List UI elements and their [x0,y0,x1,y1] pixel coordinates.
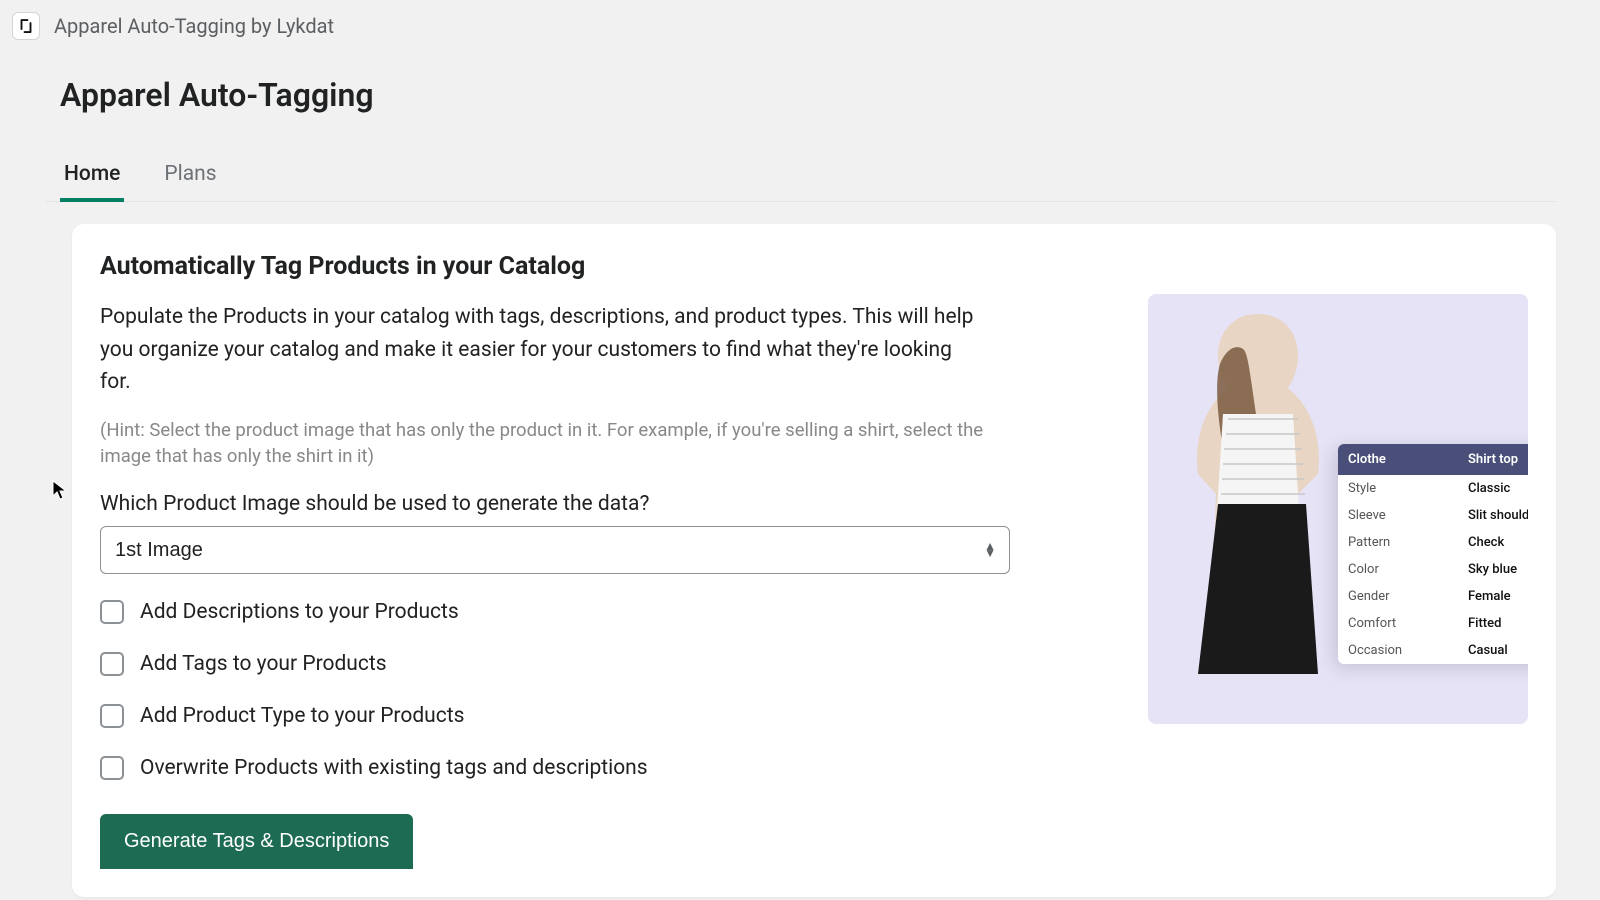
card-left: Automatically Tag Products in your Catal… [100,252,1098,869]
attr-row-pattern: Pattern Check [1338,529,1528,556]
attr-header-val: Shirt top [1458,444,1528,475]
checkbox-descriptions[interactable] [100,600,124,624]
attr-header-key: Clothe [1338,444,1458,475]
attr-key: Comfort [1338,610,1458,637]
section-title: Automatically Tag Products in your Catal… [100,252,1098,281]
attr-key: Pattern [1338,529,1458,556]
tab-plans[interactable]: Plans [160,150,220,202]
checkbox-row-product-type[interactable]: Add Product Type to your Products [100,704,1098,728]
checkbox-tags[interactable] [100,652,124,676]
attr-val: Slit shoulder [1458,502,1528,529]
checkbox-tags-label: Add Tags to your Products [140,652,387,676]
attr-row-color: Color Sky blue [1338,556,1528,583]
checkbox-overwrite-label: Overwrite Products with existing tags an… [140,756,648,780]
attr-row-style: Style Classic [1338,475,1528,502]
page-container: Apparel Auto-Tagging Home Plans Automati… [16,52,1600,897]
app-logo-icon [12,12,40,40]
attr-row-sleeve: Sleeve Slit shoulder [1338,502,1528,529]
checkbox-product-type[interactable] [100,704,124,728]
generate-button[interactable]: Generate Tags & Descriptions [100,814,413,869]
checkbox-row-tags[interactable]: Add Tags to your Products [100,652,1098,676]
attr-key: Occasion [1338,637,1458,664]
app-brand-text: Apparel Auto-Tagging by Lykdat [54,14,334,38]
topbar: Apparel Auto-Tagging by Lykdat [0,0,1600,52]
attr-key: Color [1338,556,1458,583]
section-description: Populate the Products in your catalog wi… [100,301,980,399]
attr-val: Sky blue [1458,556,1528,583]
attribute-panel: Clothe Shirt top Style Classic Sleeve Sl… [1338,444,1528,664]
main-card: Automatically Tag Products in your Catal… [72,224,1556,897]
image-select[interactable]: 1st Image [100,526,1010,574]
cursor-icon [52,480,68,505]
attr-val: Fitted [1458,610,1528,637]
attr-val: Check [1458,529,1528,556]
model-illustration [1148,294,1368,674]
attr-key: Style [1338,475,1458,502]
checkbox-row-descriptions[interactable]: Add Descriptions to your Products [100,600,1098,624]
checkbox-product-type-label: Add Product Type to your Products [140,704,464,728]
attr-val: Classic [1458,475,1528,502]
image-select-wrapper: 1st Image ▲▼ [100,526,1010,574]
attr-val: Female [1458,583,1528,610]
tabs: Home Plans [46,150,1556,202]
tab-home[interactable]: Home [60,150,124,202]
attribute-panel-header: Clothe Shirt top [1338,444,1528,475]
page-title: Apparel Auto-Tagging [60,76,1556,114]
checkbox-overwrite[interactable] [100,756,124,780]
attr-row-occasion: Occasion Casual [1338,637,1528,664]
attr-key: Gender [1338,583,1458,610]
section-hint: (Hint: Select the product image that has… [100,417,1000,471]
checkbox-row-overwrite[interactable]: Overwrite Products with existing tags an… [100,756,1098,780]
attr-key: Sleeve [1338,502,1458,529]
attr-row-gender: Gender Female [1338,583,1528,610]
attr-val: Casual [1458,637,1528,664]
attr-row-comfort: Comfort Fitted [1338,610,1528,637]
image-select-label: Which Product Image should be used to ge… [100,492,1098,516]
preview-panel: Clothe Shirt top Style Classic Sleeve Sl… [1148,294,1528,724]
checkbox-descriptions-label: Add Descriptions to your Products [140,600,459,624]
